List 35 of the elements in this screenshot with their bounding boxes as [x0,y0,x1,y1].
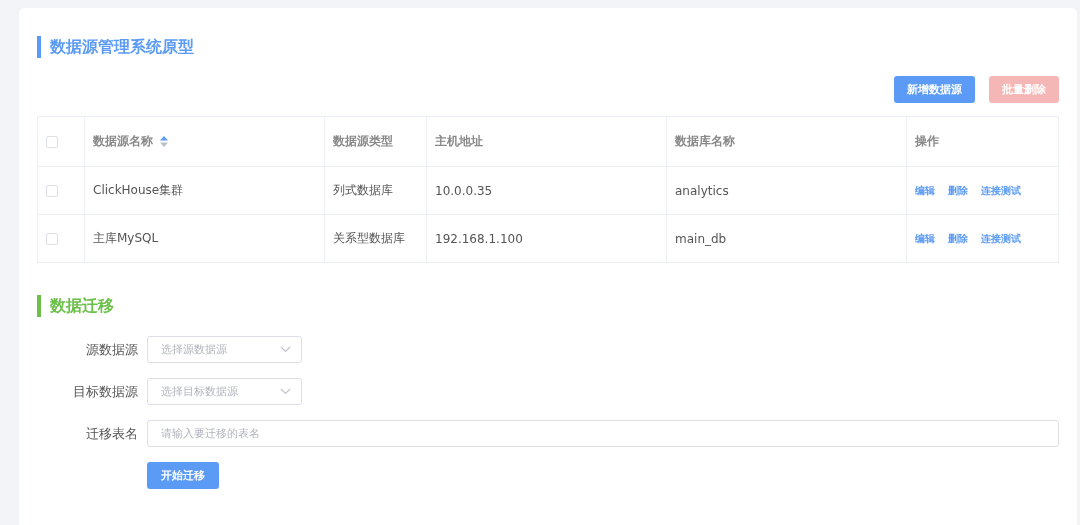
field-label: 迁移表名 [85,424,139,443]
add-button[interactable]: 新增数据源 [894,76,975,103]
chevron-down-icon [280,388,291,395]
section-title: 数据源管理系统原型 [37,36,1059,58]
table-cell: analytics [675,183,729,198]
column-header: 数据源类型 [333,133,393,150]
sort-icon[interactable] [160,136,168,147]
section-title: 数据迁移 [37,295,1059,317]
start-button[interactable]: 开始迁移 [147,462,219,489]
table-cell: 关系型数据库 [333,231,405,245]
table-cell: main_db [675,231,727,246]
column-header: 数据源名称 [93,133,153,150]
checkbox[interactable] [46,185,58,197]
action-link[interactable]: 连接测试 [981,232,1021,246]
field-label: 源数据源 [85,340,139,359]
checkbox[interactable] [46,136,58,148]
select-field[interactable]: 选择目标数据源 [147,378,302,405]
action-link[interactable]: 删除 [948,184,968,198]
action-link[interactable]: 编辑 [915,232,935,246]
action-link[interactable]: 删除 [948,232,968,246]
table-cell: 10.0.0.35 [435,183,493,198]
table-cell: 列式数据库 [333,183,393,197]
action-link[interactable]: 编辑 [915,184,935,198]
field-label: 目标数据源 [72,382,139,401]
select-field[interactable]: 选择源数据源 [147,336,302,363]
column-header: 主机地址 [435,133,483,150]
table-cell: 主库MySQL [93,231,159,245]
chevron-down-icon [280,346,291,353]
column-header: 操作 [915,133,939,150]
column-header: 数据库名称 [675,133,735,150]
checkbox[interactable] [46,233,58,245]
table-cell: ClickHouse集群 [93,183,184,197]
input-field[interactable]: 请输入要迁移的表名 [147,420,1059,447]
table-cell: 192.168.1.100 [435,231,523,246]
action-link[interactable]: 连接测试 [981,184,1021,198]
